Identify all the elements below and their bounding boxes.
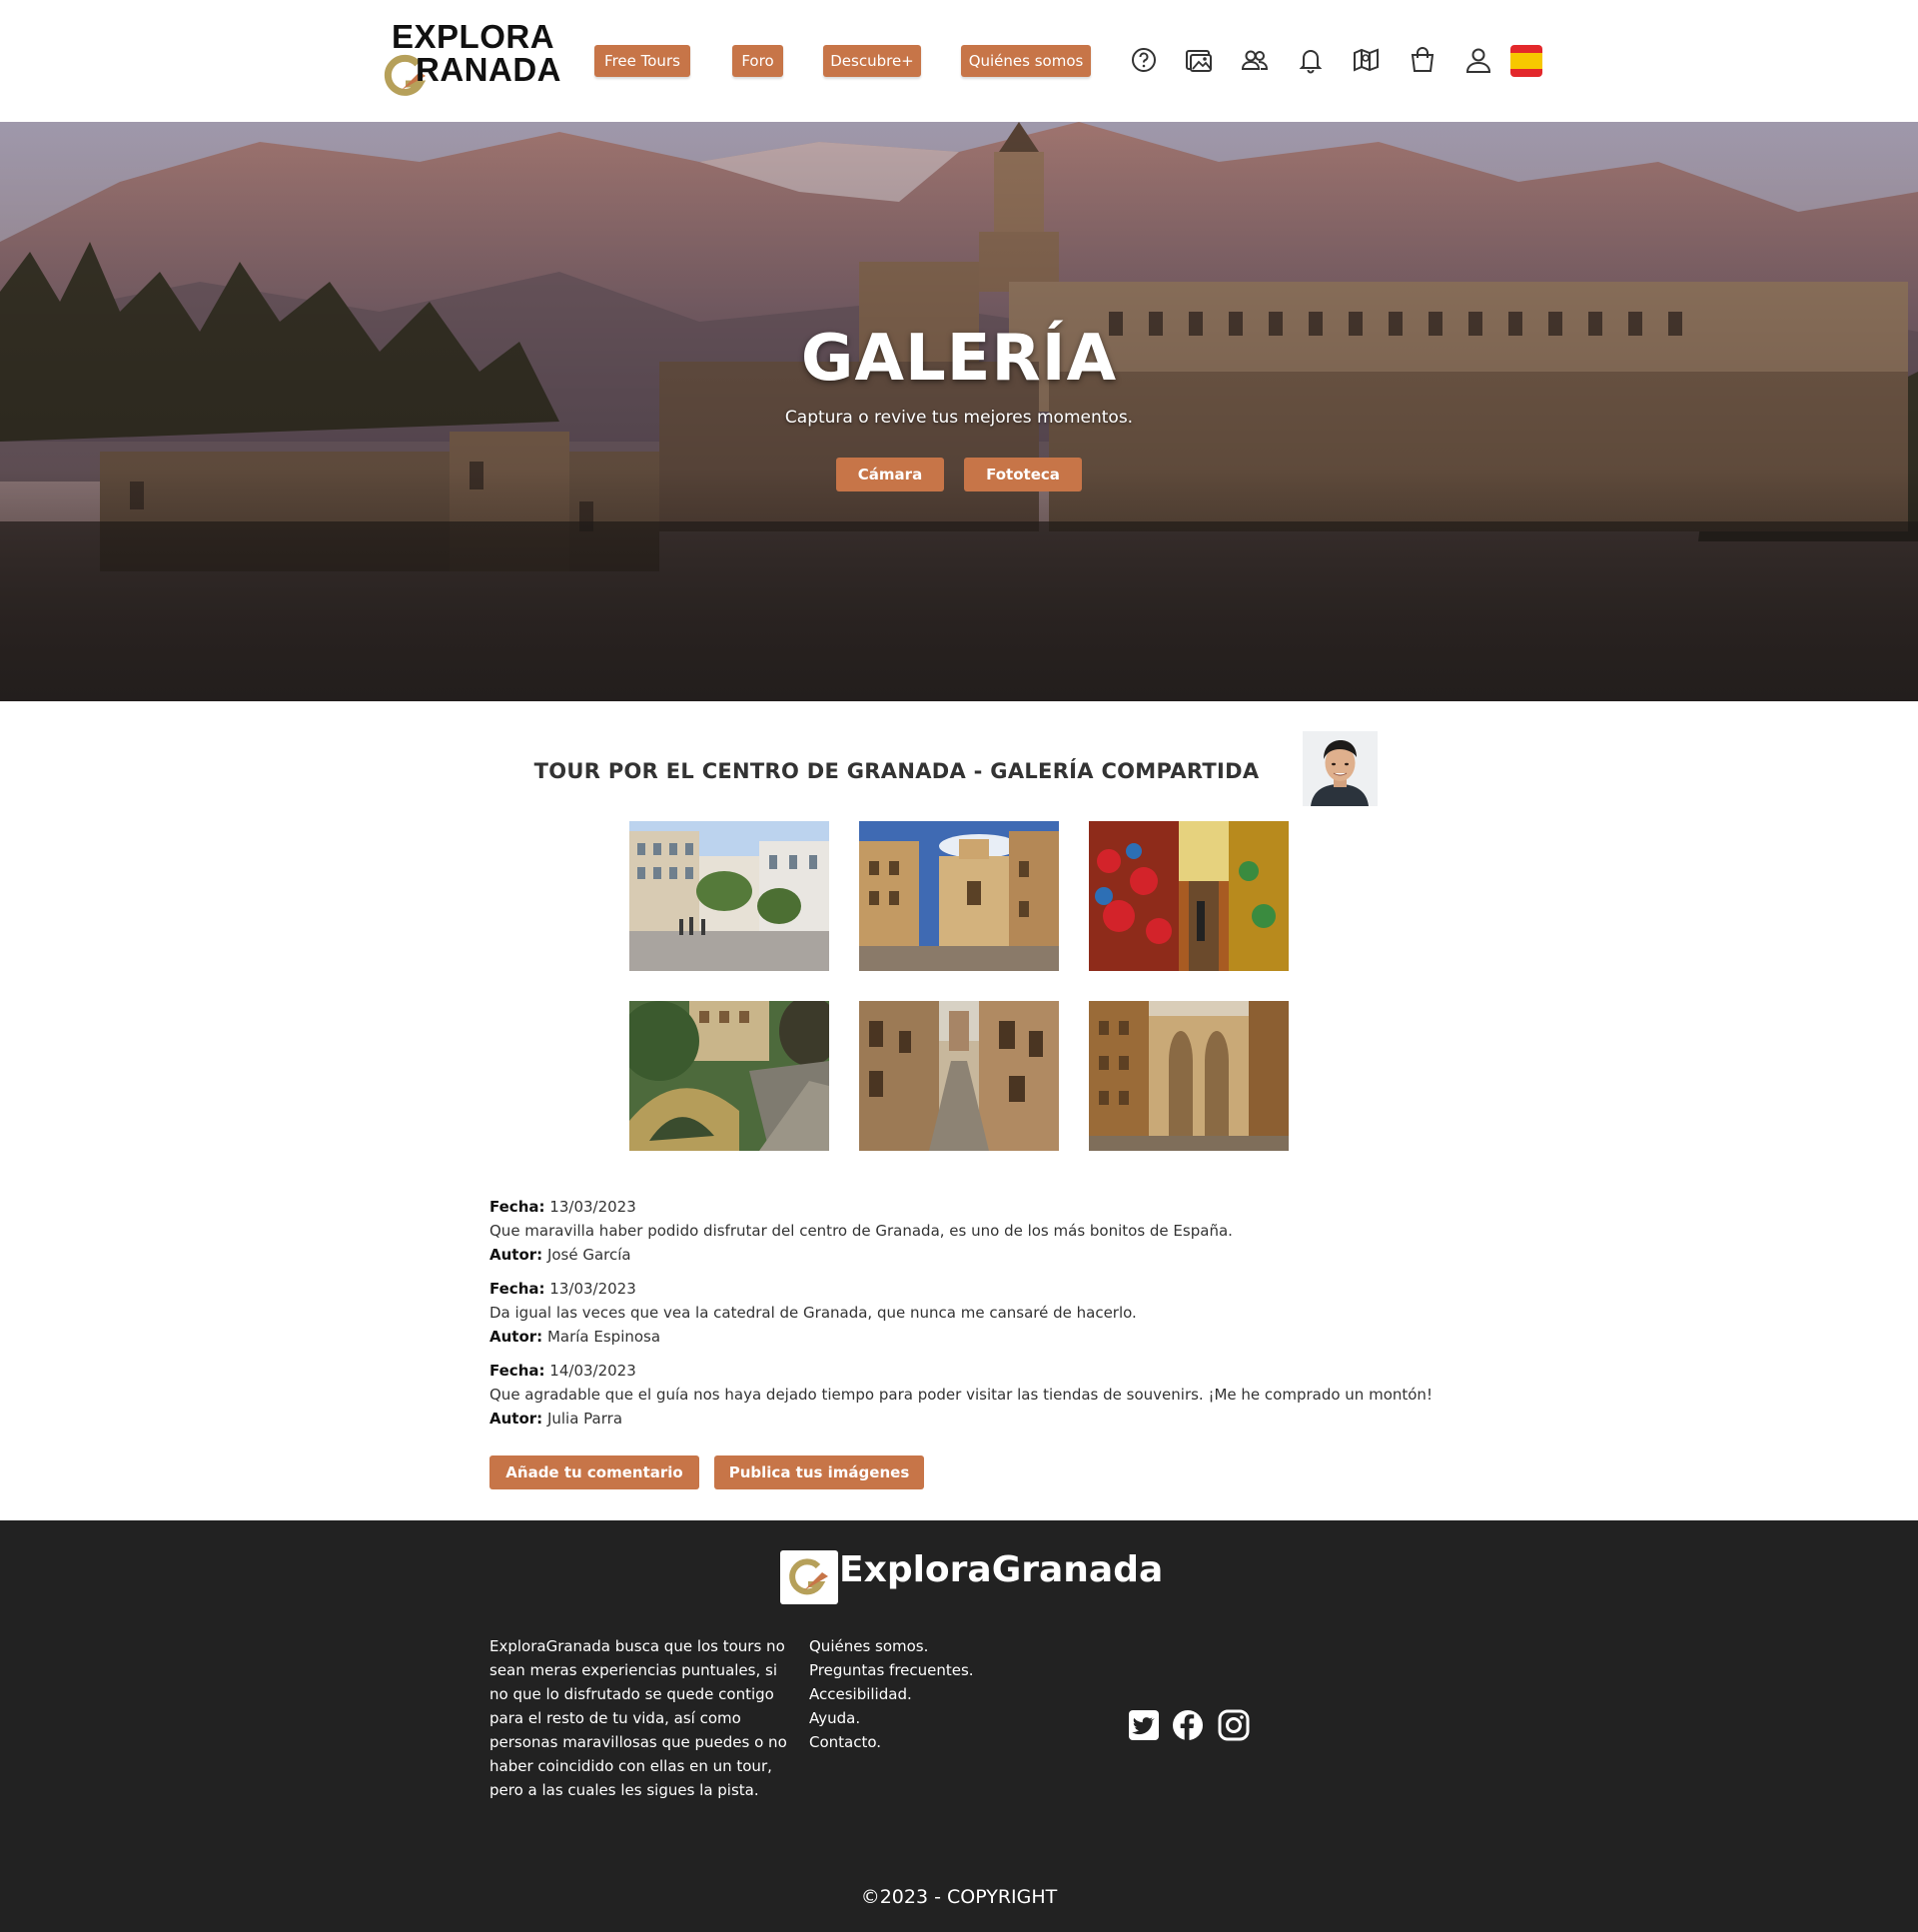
comment-author: José García	[546, 1246, 631, 1264]
footer-brand: ExploraGranada	[839, 1549, 1164, 1590]
comment-author: Julia Parra	[546, 1410, 623, 1428]
comment-author-label: Autor:	[489, 1410, 543, 1428]
plaza-photo[interactable]	[629, 821, 829, 971]
comment-author-label: Autor:	[489, 1328, 543, 1346]
footer-link-ayuda[interactable]: Ayuda.	[809, 1706, 974, 1730]
cathedral-street-photo[interactable]	[859, 821, 1059, 971]
photo-library-button[interactable]: Fototeca	[964, 458, 1082, 491]
map-icon[interactable]	[1350, 43, 1384, 77]
nav-quienes-somos-button[interactable]: Quiénes somos	[961, 45, 1091, 77]
site-header: EXPLORA RANADA Free Tours Foro Descubre+…	[0, 0, 1918, 122]
comment-author-label: Autor:	[489, 1246, 543, 1264]
avatar[interactable]	[1303, 731, 1378, 806]
comment-date-label: Fecha:	[489, 1198, 545, 1216]
instagram-icon[interactable]	[1217, 1708, 1251, 1742]
footer-links: Quiénes somos. Preguntas frecuentes. Acc…	[809, 1634, 974, 1754]
comment-date: 14/03/2023	[549, 1362, 636, 1380]
comment-text: Que maravilla haber podido disfrutar del…	[489, 1222, 1233, 1240]
river-bridge-photo[interactable]	[629, 1001, 829, 1151]
footer-link-contacto[interactable]: Contacto.	[809, 1730, 974, 1754]
comment-date-label: Fecha:	[489, 1280, 545, 1298]
logo-text-bottom: RANADA	[416, 51, 561, 88]
copyright-text: ©2023 - COPYRIGHT	[860, 1886, 1058, 1908]
site-logo[interactable]: EXPLORA RANADA	[380, 18, 564, 106]
souvenir-market-photo[interactable]	[1089, 821, 1289, 971]
hero-subtitle: Captura o revive tus mejores momentos.	[784, 408, 1134, 428]
user-icon[interactable]	[1461, 43, 1495, 77]
footer-logo-icon	[780, 1550, 838, 1604]
notifications-icon[interactable]	[1294, 43, 1328, 77]
spain-flag-icon[interactable]	[1510, 45, 1542, 77]
comment-item: Fecha: 14/03/2023 Que agradable que el g…	[489, 1359, 1488, 1431]
add-comment-button[interactable]: Añade tu comentario	[489, 1455, 699, 1489]
hero-title: GALERÍA	[800, 322, 1118, 396]
comment-text: Que agradable que el guía nos haya dejad…	[489, 1386, 1433, 1404]
shopping-bag-icon[interactable]	[1406, 43, 1439, 77]
community-icon[interactable]	[1238, 43, 1272, 77]
comment-date-label: Fecha:	[489, 1362, 545, 1380]
footer-link-faq[interactable]: Preguntas frecuentes.	[809, 1658, 974, 1682]
narrow-street-photo[interactable]	[859, 1001, 1059, 1151]
footer-link-quienes-somos[interactable]: Quiénes somos.	[809, 1634, 974, 1658]
hero-banner: GALERÍA Captura o revive tus mejores mom…	[0, 122, 1918, 701]
site-footer: ExploraGranada ExploraGranada busca que …	[0, 1520, 1918, 1932]
cathedral-facade-photo[interactable]	[1089, 1001, 1289, 1151]
footer-description: ExploraGranada busca que los tours no se…	[489, 1637, 787, 1799]
comment-date: 13/03/2023	[549, 1198, 636, 1216]
publish-images-button[interactable]: Publica tus imágenes	[714, 1455, 924, 1489]
help-icon[interactable]	[1127, 43, 1161, 77]
camera-button[interactable]: Cámara	[836, 458, 944, 491]
gallery-title: TOUR POR EL CENTRO DE GRANADA - GALERÍA …	[533, 759, 1260, 783]
nav-descubre-button[interactable]: Descubre+	[823, 45, 921, 77]
nav-foro-button[interactable]: Foro	[732, 45, 783, 77]
comment-text: Da igual las veces que vea la catedral d…	[489, 1304, 1137, 1322]
gallery-icon[interactable]	[1182, 43, 1216, 77]
comment-item: Fecha: 13/03/2023 Que maravilla haber po…	[489, 1195, 1488, 1267]
nav-free-tours-button[interactable]: Free Tours	[594, 45, 690, 77]
footer-link-accesibilidad[interactable]: Accesibilidad.	[809, 1682, 974, 1706]
twitter-icon[interactable]	[1127, 1708, 1161, 1742]
comment-item: Fecha: 13/03/2023 Da igual las veces que…	[489, 1277, 1488, 1349]
comment-author: María Espinosa	[546, 1328, 661, 1346]
comment-date: 13/03/2023	[549, 1280, 636, 1298]
facebook-icon[interactable]	[1171, 1708, 1205, 1742]
